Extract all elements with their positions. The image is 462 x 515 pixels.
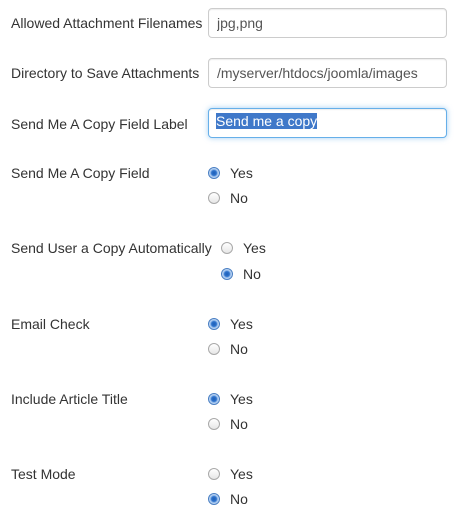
radio-unselected-icon bbox=[208, 192, 220, 204]
save-directory-input[interactable] bbox=[208, 58, 447, 88]
test-mode-no-radio[interactable]: No bbox=[208, 490, 248, 508]
email-check-label: Email Check bbox=[11, 316, 90, 332]
radio-label: No bbox=[230, 341, 248, 357]
radio-selected-icon bbox=[221, 268, 233, 280]
radio-label: Yes bbox=[230, 466, 253, 482]
send-user-copy-no-radio[interactable]: No bbox=[221, 265, 261, 283]
radio-label: No bbox=[230, 491, 248, 507]
email-check-no-radio[interactable]: No bbox=[208, 340, 248, 358]
radio-unselected-icon bbox=[208, 468, 220, 480]
copy-field-label-label: Send Me A Copy Field Label bbox=[11, 116, 188, 132]
radio-selected-icon bbox=[208, 318, 220, 330]
radio-label: No bbox=[243, 266, 261, 282]
include-article-title-label: Include Article Title bbox=[11, 391, 128, 407]
radio-selected-icon bbox=[208, 493, 220, 505]
allowed-filenames-input[interactable] bbox=[208, 8, 447, 38]
radio-selected-icon bbox=[208, 393, 220, 405]
radio-label: Yes bbox=[243, 240, 266, 256]
test-mode-yes-radio[interactable]: Yes bbox=[208, 465, 253, 483]
test-mode-label: Test Mode bbox=[11, 466, 76, 482]
send-user-copy-label: Send User a Copy Automatically bbox=[11, 240, 212, 256]
selected-text: Send me a copy bbox=[216, 113, 318, 129]
radio-label: Yes bbox=[230, 391, 253, 407]
radio-label: No bbox=[230, 416, 248, 432]
send-user-copy-yes-radio[interactable]: Yes bbox=[221, 239, 266, 257]
radio-label: Yes bbox=[230, 165, 253, 181]
copy-field-label-input[interactable]: Send me a copy bbox=[208, 108, 447, 138]
radio-selected-icon bbox=[208, 167, 220, 179]
send-copy-field-no-radio[interactable]: No bbox=[208, 189, 248, 207]
include-article-title-no-radio[interactable]: No bbox=[208, 415, 248, 433]
radio-unselected-icon bbox=[221, 242, 233, 254]
email-check-yes-radio[interactable]: Yes bbox=[208, 315, 253, 333]
send-copy-field-yes-radio[interactable]: Yes bbox=[208, 164, 253, 182]
include-article-title-yes-radio[interactable]: Yes bbox=[208, 390, 253, 408]
radio-unselected-icon bbox=[208, 418, 220, 430]
radio-label: Yes bbox=[230, 316, 253, 332]
radio-unselected-icon bbox=[208, 343, 220, 355]
allowed-filenames-label: Allowed Attachment Filenames bbox=[11, 15, 203, 31]
radio-label: No bbox=[230, 190, 248, 206]
send-copy-field-label: Send Me A Copy Field bbox=[11, 165, 150, 181]
save-directory-label: Directory to Save Attachments bbox=[11, 65, 200, 81]
